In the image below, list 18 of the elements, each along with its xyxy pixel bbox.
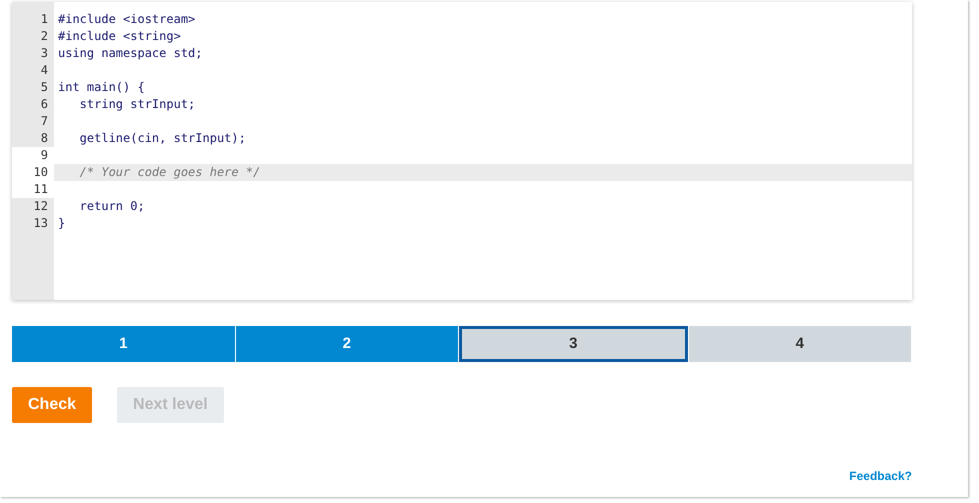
code-editor[interactable]: 1 #include <iostream> 2 #include <string> 3 using namespace std; 4 5 int main() { 6 string strInput; 7 8 getline(cin, strInput); 9 10 /* Your code goes here */ 11 12 return 0; 13 } [12,2,912,300]
feedback-link[interactable]: Feedback? [849,467,912,485]
code-line: #include <string> [57,28,182,45]
line-number: 10 [12,164,54,181]
code-line: return 0; [78,198,146,215]
line-number: 9 [12,147,54,164]
check-button[interactable]: Check [12,387,92,423]
code-line: string strInput; [78,96,196,113]
level-tab[interactable]: 3 [459,326,688,362]
code-line: getline(cin, strInput); [78,130,247,147]
level-tab[interactable]: 4 [688,326,911,362]
level-tab[interactable]: 2 [236,326,458,362]
line-number: 11 [12,181,54,198]
code-line: } [57,215,66,232]
code-line: using namespace std; [57,45,204,62]
code-line: int main() { [57,79,146,96]
level-tab[interactable]: 1 [12,326,234,362]
code-line: #include <iostream> [57,11,196,28]
